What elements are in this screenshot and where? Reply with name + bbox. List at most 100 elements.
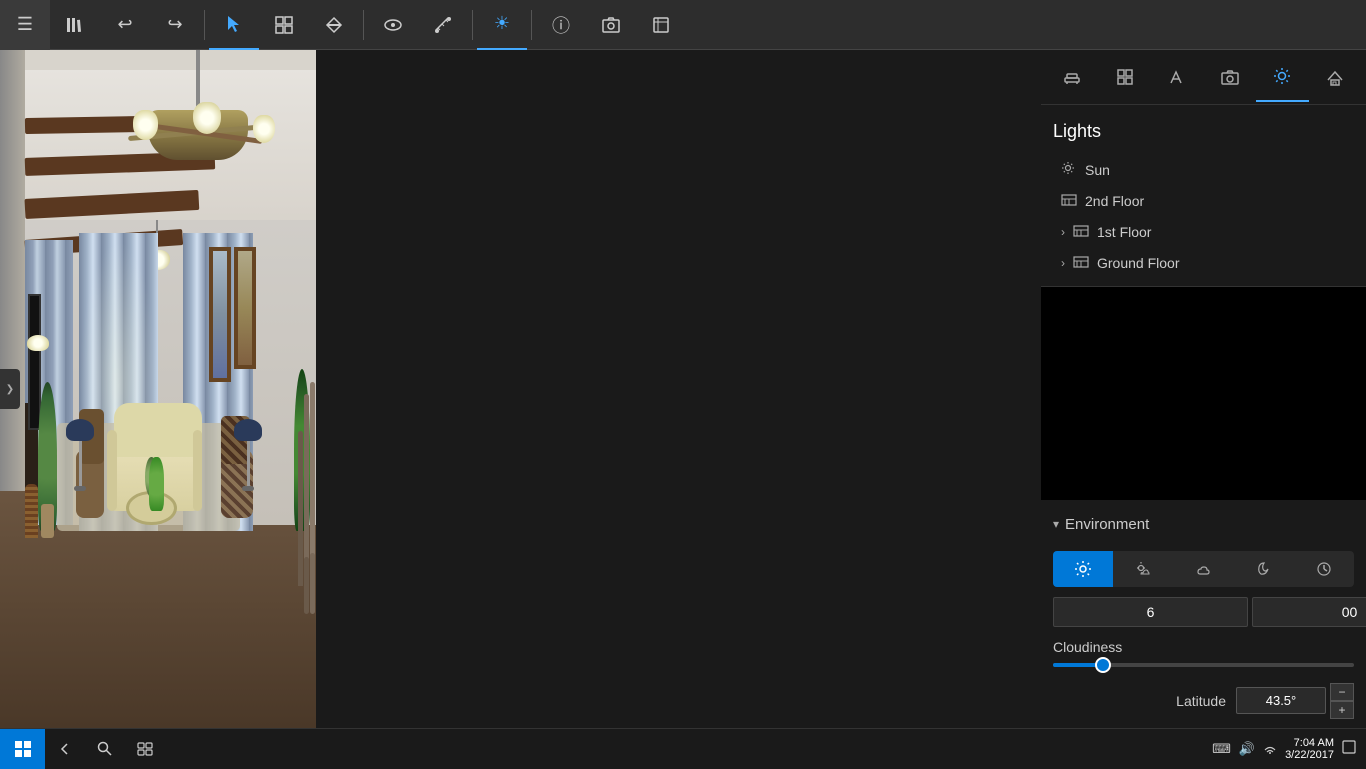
toolbar-separator-2 — [363, 10, 364, 40]
measure-icon[interactable] — [418, 0, 468, 50]
network-icon[interactable] — [1263, 740, 1277, 757]
2nd-floor-label: 2nd Floor — [1085, 193, 1144, 209]
cloudiness-label: Cloudiness — [1053, 639, 1354, 655]
time-minute-input[interactable] — [1252, 597, 1366, 627]
plant-pot-left — [41, 504, 54, 538]
panel-icon-bar — [1041, 50, 1366, 105]
3d-scene — [0, 50, 316, 728]
build-tool-icon[interactable] — [309, 0, 359, 50]
latitude-label: Latitude — [1053, 693, 1236, 709]
latitude-increment-btn[interactable]: + — [1330, 701, 1354, 719]
exterior-panel-icon[interactable] — [1309, 52, 1362, 102]
light-item-sun[interactable]: Sun — [1053, 154, 1354, 185]
weather-cloudy-btn[interactable] — [1173, 551, 1233, 587]
sofa-arm-left — [107, 430, 116, 511]
environment-header[interactable]: ▾ Environment — [1053, 508, 1354, 541]
cloudiness-slider-thumb[interactable] — [1095, 657, 1111, 673]
weather-partly-cloudy-btn[interactable] — [1113, 551, 1173, 587]
light-item-ground-floor[interactable]: › Ground Floor — [1053, 247, 1354, 278]
dining-chair-back-3 — [298, 431, 303, 586]
weather-clear-day-btn[interactable] — [1053, 551, 1113, 587]
sun-light-icon — [1061, 161, 1075, 178]
cloudiness-slider-fill — [1053, 663, 1098, 667]
decorative-basket — [25, 484, 38, 538]
light-item-1st-floor[interactable]: › 1st Floor — [1053, 216, 1354, 247]
lights-section: Lights Sun 2nd Floor › 1st Floor › — [1041, 105, 1366, 287]
floor-icon-2nd — [1061, 192, 1077, 209]
expand-arrow-ground-floor: › — [1061, 256, 1065, 270]
dining-chair-seat-2 — [304, 557, 309, 614]
start-button[interactable] — [0, 729, 45, 769]
volume-icon[interactable]: 🔊 — [1239, 741, 1255, 757]
menu-icon[interactable]: ☰ — [0, 0, 50, 50]
environment-section: ▾ Environment — [1041, 500, 1366, 729]
chandelier — [133, 50, 263, 160]
toolbar-separator-1 — [204, 10, 205, 40]
viewport[interactable]: ❯ — [0, 50, 316, 728]
floor-icon-1st — [1073, 223, 1089, 240]
keyboard-icon[interactable]: ⌨ — [1212, 741, 1231, 757]
sunlight-tool-icon[interactable]: ☀ — [477, 0, 527, 50]
time-hour-input[interactable] — [1053, 597, 1248, 627]
library-icon[interactable] — [50, 0, 100, 50]
light-item-2nd-floor[interactable]: 2nd Floor — [1053, 185, 1354, 216]
camera-panel-icon[interactable] — [1204, 52, 1257, 102]
cloudiness-slider-track[interactable] — [1053, 663, 1354, 667]
painting-1 — [209, 247, 231, 383]
expand-arrow-1st-floor: › — [1061, 225, 1065, 239]
panel-spacer — [1041, 287, 1366, 500]
time-input-row — [1053, 597, 1354, 627]
right-panel: Lights Sun 2nd Floor › 1st Floor › — [1041, 50, 1366, 728]
lights-heading: Lights — [1053, 113, 1354, 154]
screenshot-icon[interactable] — [586, 0, 636, 50]
taskbar-search-btn[interactable] — [85, 729, 125, 769]
select-tool-icon[interactable] — [209, 0, 259, 50]
taskbar-back-btn[interactable] — [45, 729, 85, 769]
sun-label: Sun — [1085, 162, 1110, 178]
lighting-panel-icon[interactable] — [1256, 52, 1309, 102]
wall-lamp — [27, 335, 49, 351]
toolbar-separator-4 — [531, 10, 532, 40]
sofa-arm-right — [193, 430, 202, 511]
notifications-icon[interactable] — [1342, 740, 1356, 757]
ground-floor-label: Ground Floor — [1097, 255, 1179, 271]
small-plant — [149, 457, 165, 511]
clock-date: 3/22/2017 — [1285, 749, 1334, 761]
build-panel-icon[interactable] — [1099, 52, 1152, 102]
weather-custom-time-btn[interactable] — [1294, 551, 1354, 587]
3d-view-icon[interactable] — [636, 0, 686, 50]
weather-button-group — [1053, 551, 1354, 587]
furnish-panel-icon[interactable] — [1046, 52, 1099, 102]
dining-area — [246, 321, 316, 728]
latitude-input[interactable] — [1236, 687, 1326, 714]
system-clock[interactable]: 7:04 AM 3/22/2017 — [1285, 737, 1334, 761]
toolbar-separator-3 — [472, 10, 473, 40]
viewport-collapse-button[interactable]: ❯ — [0, 369, 20, 409]
taskbar: ⌨ 🔊 7:04 AM 3/22/2017 — [0, 728, 1366, 768]
redo-icon[interactable]: ↪ — [150, 0, 200, 50]
taskbar-task-view-btn[interactable] — [125, 729, 165, 769]
taskbar-system-tray: ⌨ 🔊 7:04 AM 3/22/2017 — [1212, 737, 1366, 761]
dining-chair-seat-1 — [310, 553, 315, 614]
floor-icon-ground — [1073, 254, 1089, 271]
clock-time: 7:04 AM — [1285, 737, 1334, 749]
undo-icon[interactable]: ↩ — [100, 0, 150, 50]
1st-floor-label: 1st Floor — [1097, 224, 1151, 240]
latitude-stepper: − + — [1330, 683, 1354, 719]
environment-title: Environment — [1065, 516, 1149, 533]
decorate-panel-icon[interactable] — [1151, 52, 1204, 102]
top-toolbar: ☰ ↩ ↪ ☀ ⓘ — [0, 0, 1366, 50]
dining-chair-back-1 — [310, 382, 315, 565]
walkthrough-icon[interactable] — [368, 0, 418, 50]
environment-collapse-arrow: ▾ — [1053, 517, 1059, 531]
latitude-decrement-btn[interactable]: − — [1330, 683, 1354, 701]
floor-lamp-left — [66, 419, 94, 491]
weather-night-btn[interactable] — [1234, 551, 1294, 587]
dining-chair-back-2 — [304, 394, 309, 565]
info-icon[interactable]: ⓘ — [536, 0, 586, 50]
objects-tool-icon[interactable] — [259, 0, 309, 50]
latitude-row: Latitude − + — [1053, 683, 1354, 719]
cloudiness-slider-container — [1053, 663, 1354, 667]
sofa-back — [114, 403, 202, 457]
chevron-right-icon: ❯ — [6, 384, 14, 395]
